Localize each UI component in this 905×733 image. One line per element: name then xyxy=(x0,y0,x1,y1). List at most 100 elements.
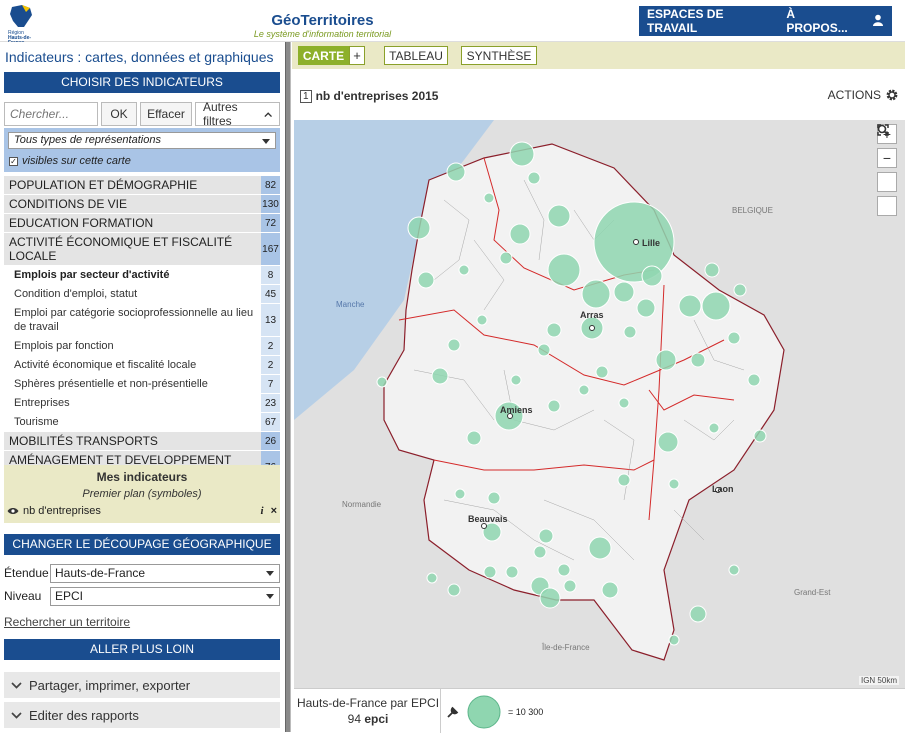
epci-bubble[interactable] xyxy=(483,565,497,579)
go-further-bar[interactable]: ALLER PLUS LOIN xyxy=(4,639,280,660)
epci-bubble[interactable] xyxy=(458,264,470,276)
subcategory-row[interactable]: Condition d'emploi, statut 45 xyxy=(4,285,280,304)
fullscreen-icon[interactable] xyxy=(877,124,897,216)
user-icon[interactable] xyxy=(864,14,892,29)
subcategory-row[interactable]: Emplois par secteur d'activité 8 xyxy=(4,266,280,285)
category-row[interactable]: POPULATION ET DÉMOGRAPHIE 82 xyxy=(4,176,280,195)
epci-bubble[interactable] xyxy=(668,478,680,490)
epci-bubble[interactable] xyxy=(509,141,535,167)
epci-bubble[interactable] xyxy=(655,349,677,371)
epci-bubble[interactable] xyxy=(431,367,449,385)
epci-bubble[interactable] xyxy=(537,343,551,357)
epci-bubble[interactable] xyxy=(636,298,656,318)
epci-bubble[interactable] xyxy=(657,431,679,453)
eye-icon[interactable] xyxy=(7,507,19,515)
epci-bubble[interactable] xyxy=(588,536,612,560)
epci-bubble[interactable] xyxy=(727,331,741,345)
etendue-select[interactable]: Hauts-de-France xyxy=(50,563,280,583)
epci-bubble[interactable] xyxy=(728,564,740,576)
subcategory-row[interactable]: Tourisme 67 xyxy=(4,413,280,432)
choose-indicators-bar[interactable]: CHOISIR DES INDICATEURS xyxy=(4,72,280,93)
epci-bubble[interactable] xyxy=(426,572,438,584)
epci-bubble[interactable] xyxy=(447,583,461,597)
epci-bubble[interactable] xyxy=(483,192,495,204)
epci-bubble[interactable] xyxy=(613,281,635,303)
add-map-button[interactable]: + xyxy=(349,46,365,65)
epci-bubble[interactable] xyxy=(581,279,611,309)
clear-button[interactable]: Effacer xyxy=(140,102,192,126)
epci-bubble[interactable] xyxy=(747,373,761,387)
epci-bubble[interactable] xyxy=(557,563,571,577)
epci-bubble[interactable] xyxy=(623,325,637,339)
nav-espaces-de-travail[interactable]: ESPACES DE TRAVAIL xyxy=(639,7,778,35)
tab-synthese[interactable]: SYNTHÈSE xyxy=(461,46,537,65)
epci-bubble[interactable] xyxy=(466,430,482,446)
info-icon[interactable]: i xyxy=(261,505,264,517)
subcategory-row[interactable]: Emplois par fonction 2 xyxy=(4,337,280,356)
epci-bubble[interactable] xyxy=(407,216,431,240)
region-logo[interactable]: Région Hauts-de-France xyxy=(4,3,44,46)
niveau-select[interactable]: EPCI xyxy=(50,586,280,606)
epci-bubble[interactable] xyxy=(547,253,581,287)
epci-bubble[interactable] xyxy=(454,488,466,500)
epci-bubble[interactable] xyxy=(601,581,619,599)
change-geography-bar[interactable]: CHANGER LE DÉCOUPAGE GÉOGRAPHIQUE xyxy=(4,534,280,555)
panel-splitter[interactable] xyxy=(285,42,291,732)
epci-bubble[interactable] xyxy=(509,223,531,245)
epci-bubble[interactable] xyxy=(446,162,466,182)
epci-bubble[interactable] xyxy=(668,634,680,646)
subcategory-row[interactable]: Entreprises 23 xyxy=(4,394,280,413)
epci-bubble[interactable] xyxy=(510,374,522,386)
epci-bubble[interactable] xyxy=(618,397,630,409)
zoom-out-button[interactable]: − xyxy=(877,148,897,168)
visible-on-map-checkbox[interactable]: ✓ visibles sur cette carte xyxy=(9,155,131,167)
epci-bubble[interactable] xyxy=(547,204,571,228)
epci-bubble[interactable] xyxy=(617,473,631,487)
epci-bubble[interactable] xyxy=(546,322,562,338)
my-indicator-item[interactable]: nb d'entreprises i × xyxy=(7,505,277,517)
search-icon[interactable] xyxy=(877,124,897,192)
category-row[interactable]: EDUCATION FORMATION 72 xyxy=(4,214,280,233)
epci-bubble[interactable] xyxy=(476,314,488,326)
epci-bubble[interactable] xyxy=(539,587,561,609)
epci-bubble[interactable] xyxy=(733,283,747,297)
epci-bubble[interactable] xyxy=(708,422,720,434)
indicator-search-input[interactable] xyxy=(4,102,98,126)
search-ok-button[interactable]: OK xyxy=(101,102,137,126)
epci-bubble[interactable] xyxy=(595,365,609,379)
tab-carte[interactable]: CARTE xyxy=(298,46,349,65)
epci-bubble[interactable] xyxy=(527,171,541,185)
epci-bubble[interactable] xyxy=(701,291,731,321)
representation-select[interactable]: Tous types de représentations xyxy=(8,132,276,149)
subcategory-row[interactable]: Emploi par catégorie socioprofessionnell… xyxy=(4,304,280,337)
search-territory-link[interactable]: Rechercher un territoire xyxy=(4,615,130,629)
epci-bubble[interactable] xyxy=(704,262,720,278)
epci-bubble[interactable] xyxy=(499,251,513,265)
epci-bubble[interactable] xyxy=(487,491,501,505)
share-section[interactable]: Partager, imprimer, exporter xyxy=(4,672,280,698)
epci-bubble[interactable] xyxy=(538,528,554,544)
subcategory-row[interactable]: Sphères présentielle et non-présentielle… xyxy=(4,375,280,394)
epci-bubble[interactable] xyxy=(690,352,706,368)
epci-bubble[interactable] xyxy=(376,376,388,388)
epci-bubble[interactable] xyxy=(533,545,547,559)
epci-bubble[interactable] xyxy=(753,429,767,443)
close-icon[interactable]: × xyxy=(271,505,277,517)
wrench-icon[interactable] xyxy=(446,705,460,719)
epci-bubble[interactable] xyxy=(417,271,435,289)
subcategory-row[interactable]: Activité économique et fiscalité locale 2 xyxy=(4,356,280,375)
choropleth-map[interactable]: BELGIQUE Manche Normandie Grand-Est Île-… xyxy=(294,120,905,688)
reports-section[interactable]: Editer des rapports xyxy=(4,702,280,728)
epci-bubble[interactable] xyxy=(689,605,707,623)
epci-bubble[interactable] xyxy=(641,265,663,287)
nav-a-propos[interactable]: À PROPOS... xyxy=(778,7,864,35)
category-row[interactable]: CONDITIONS DE VIE 130 xyxy=(4,195,280,214)
category-row[interactable]: MOBILITÉS TRANSPORTS 26 xyxy=(4,432,280,451)
epci-bubble[interactable] xyxy=(678,294,702,318)
epci-bubble[interactable] xyxy=(578,384,590,396)
epci-bubble[interactable] xyxy=(447,338,461,352)
epci-bubble[interactable] xyxy=(505,565,519,579)
category-row[interactable]: ACTIVITÉ ÉCONOMIQUE ET FISCALITÉ LOCALE 1… xyxy=(4,233,280,266)
epci-bubble[interactable] xyxy=(547,399,561,413)
actions-menu[interactable]: ACTIONS xyxy=(828,88,899,102)
